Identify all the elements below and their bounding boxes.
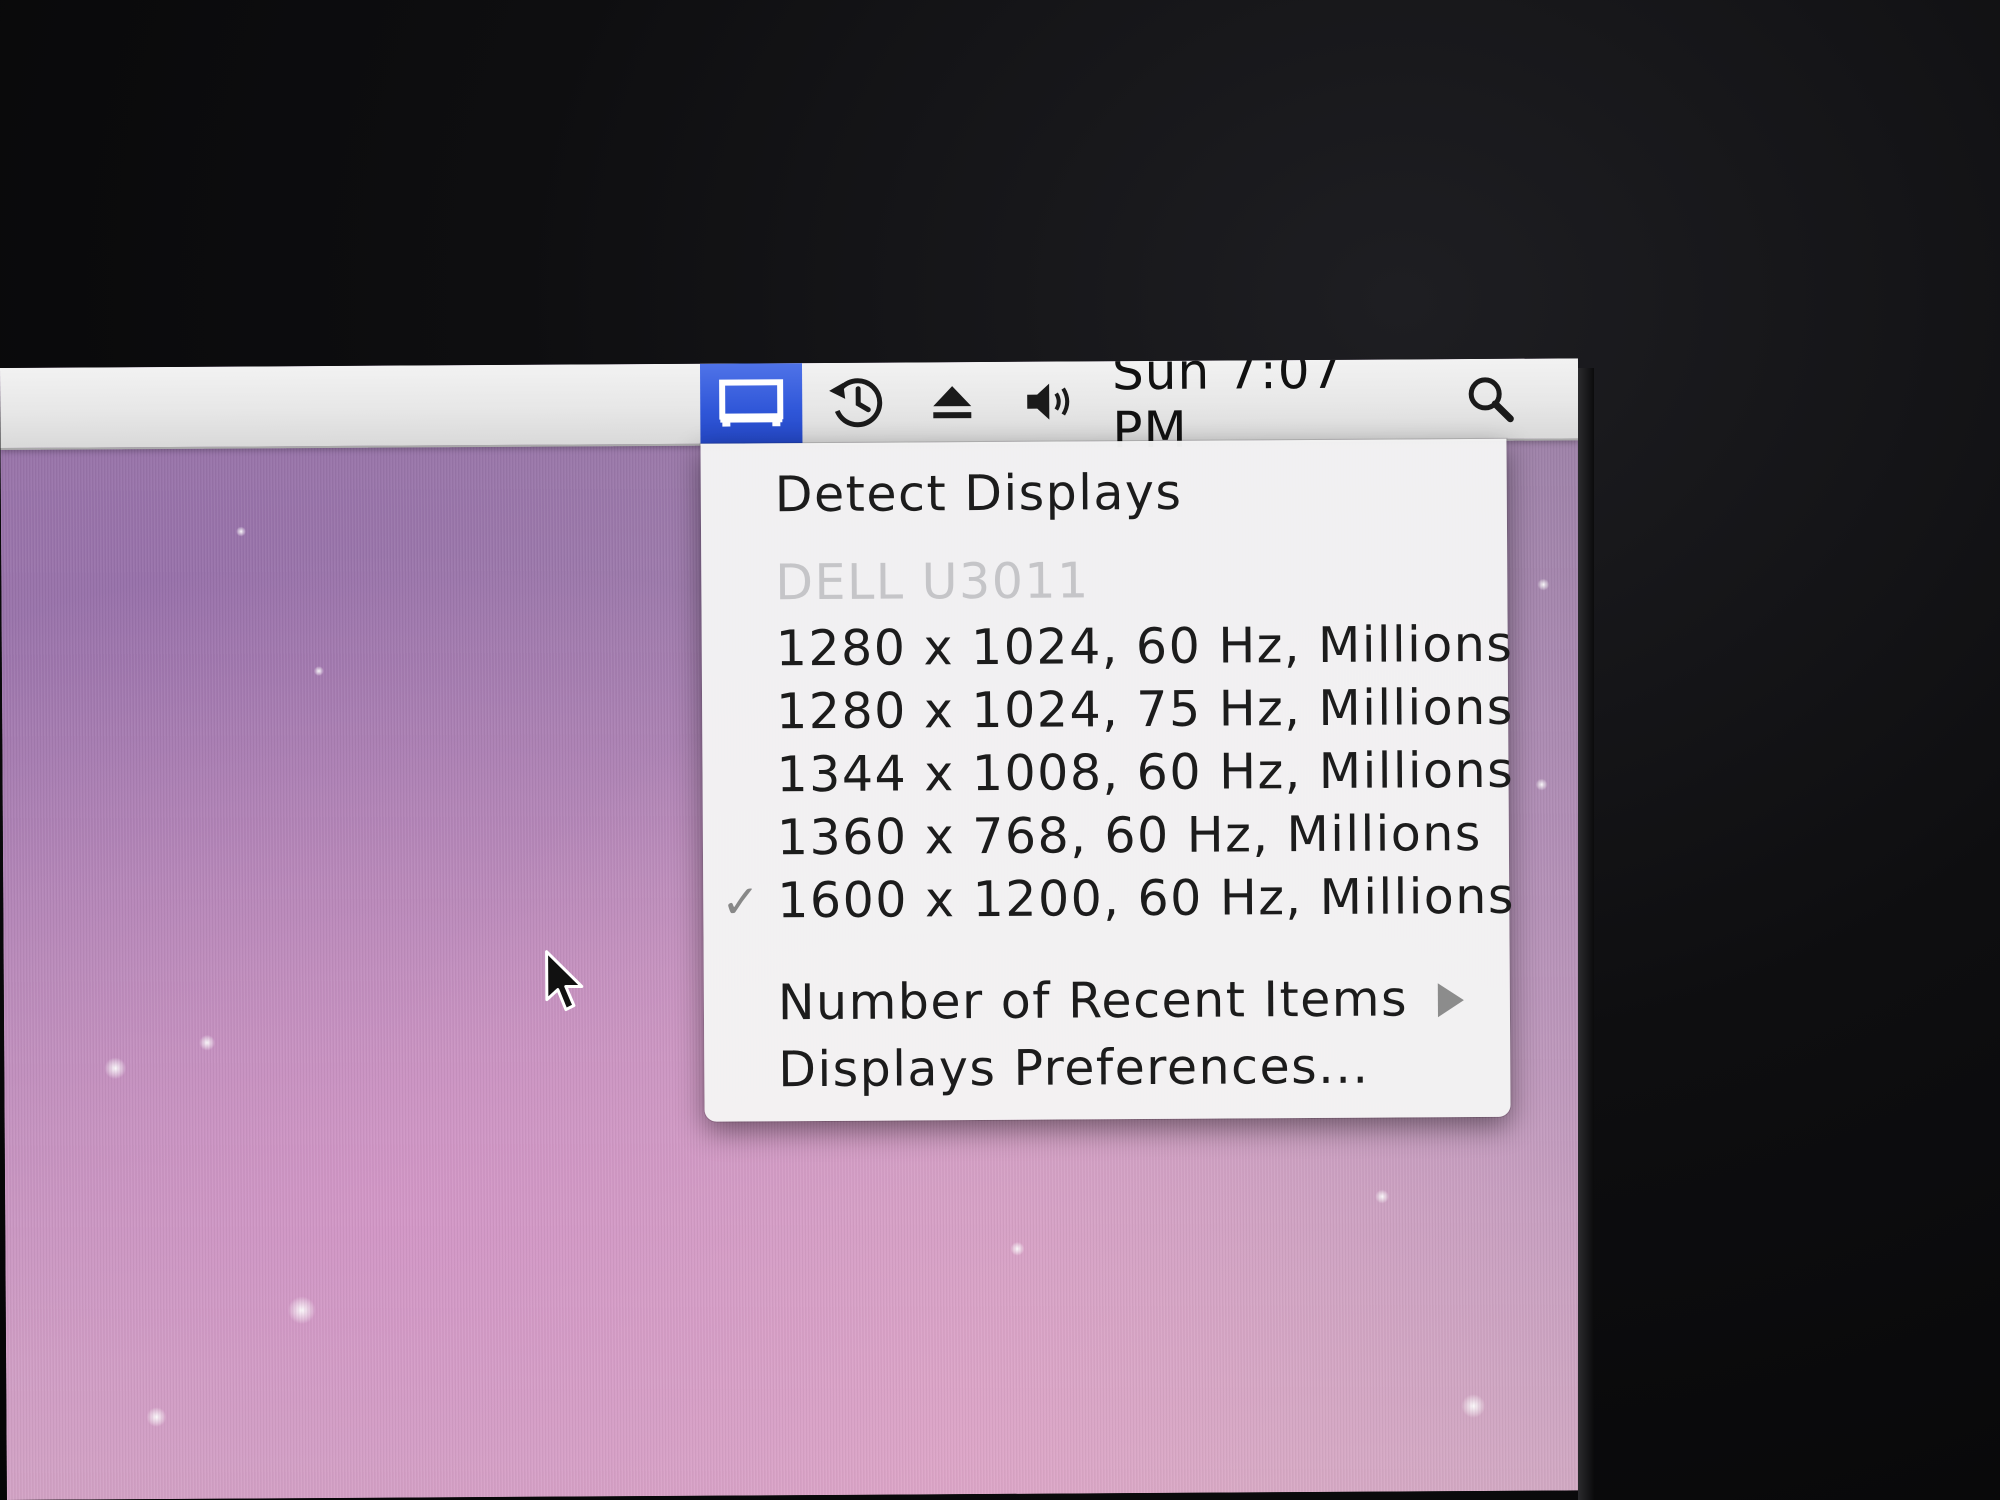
resolution-item[interactable]: 1344 x 1008, 60 Hz, Millions [776, 741, 1514, 806]
eject-menu-extra[interactable] [912, 362, 992, 442]
resolution-item[interactable]: 1280 x 1024, 60 Hz, Millions [776, 615, 1514, 680]
time-machine-menu-extra[interactable] [812, 362, 902, 443]
detect-displays-item[interactable]: Detect Displays [775, 463, 1183, 525]
displays-menu-extra[interactable] [699, 363, 803, 444]
volume-menu-extra[interactable] [1010, 361, 1092, 441]
submenu-arrow-icon [1437, 983, 1464, 1018]
menu-bar: Sun 7:07 PM [0, 358, 1579, 459]
spotlight-menu-extra[interactable] [1440, 359, 1540, 440]
monitor-bezel [1578, 368, 1594, 1500]
wallpaper-star [104, 1057, 127, 1080]
mouse-pointer-icon [545, 950, 584, 1012]
wallpaper-star [199, 1034, 216, 1051]
wallpaper-star [313, 666, 324, 677]
monitor-screen: Sun 7:07 PM Detect Displays DELL U3011 1… [0, 358, 1585, 1500]
checkmark-icon: ✓ [721, 874, 760, 929]
wallpaper-star [235, 526, 247, 537]
wallpaper-star [1461, 1393, 1486, 1419]
displays-dropdown-menu: Detect Displays DELL U3011 1280 x 1024, … [700, 438, 1515, 1122]
resolution-item[interactable]: 1280 x 1024, 75 Hz, Millions [776, 678, 1514, 743]
speaker-icon [1027, 383, 1070, 420]
menu-bar-clock[interactable]: Sun 7:07 PM [1112, 358, 1412, 459]
wallpaper-star [146, 1407, 167, 1428]
wallpaper-star [1375, 1189, 1390, 1204]
photo-scene: Sun 7:07 PM Detect Displays DELL U3011 1… [0, 0, 2000, 1500]
resolution-item[interactable]: 1360 x 768, 60 Hz, Millions [777, 804, 1482, 868]
recent-items-submenu[interactable]: Number of Recent Items [778, 969, 1409, 1033]
time-machine-icon [829, 378, 883, 428]
wallpaper-star [287, 1296, 316, 1325]
wallpaper-star [1537, 578, 1550, 591]
magnifier-icon [1468, 377, 1514, 423]
eject-icon [933, 386, 972, 419]
wallpaper-star [1010, 1241, 1025, 1256]
display-name-header: DELL U3011 [775, 552, 1090, 612]
wallpaper-star [1535, 778, 1548, 791]
displays-preferences-item[interactable]: Displays Preferences... [778, 1037, 1369, 1101]
display-icon [719, 379, 784, 427]
resolution-item-selected[interactable]: 1600 x 1200, 60 Hz, Millions [777, 867, 1515, 932]
